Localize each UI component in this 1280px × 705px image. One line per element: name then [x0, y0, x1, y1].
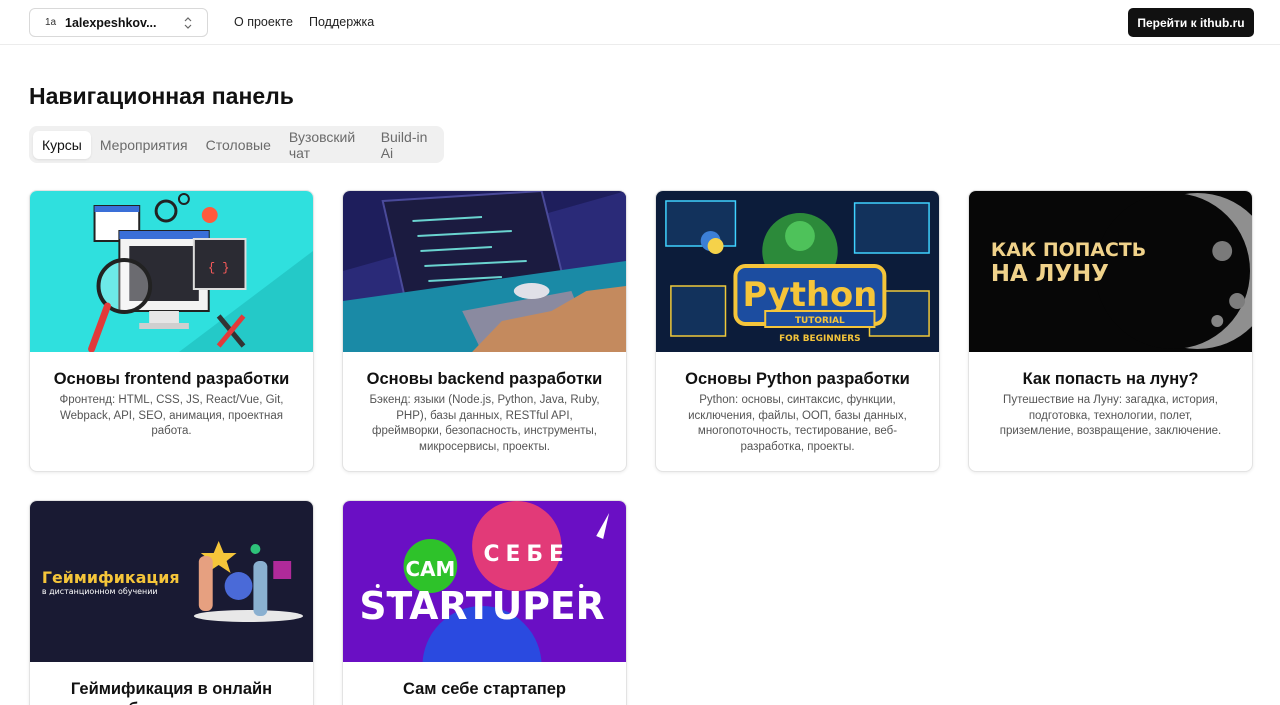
tab-build-in-ai[interactable]: Build-in Ai — [372, 123, 440, 167]
course-description: Путешествие на Луну: загадка, история, п… — [999, 394, 1222, 438]
course-image-startuper: САМ СЕБЕ STARTUPER — [343, 501, 626, 662]
tab-events[interactable]: Мероприятия — [91, 131, 197, 159]
go-to-ithub-button[interactable]: Перейти к ithub.ru — [1128, 8, 1254, 37]
course-title: Основы backend разработки — [366, 370, 603, 388]
course-description: Бэкенд: языки (Node.js, Python, Java, Ru… — [369, 394, 600, 454]
course-card-moon[interactable]: КАК ПОПАСТЬ НА ЛУНУ Как попасть на луну?… — [968, 190, 1253, 472]
course-card-backend[interactable]: Основы backend разработки Бэкенд: языки … — [342, 190, 627, 472]
top-bar: 1a 1alexpeshkov... О проекте Поддержка П… — [0, 0, 1280, 45]
moon-image-line-2: НА ЛУНУ — [991, 261, 1109, 287]
course-card-startuper[interactable]: САМ СЕБЕ STARTUPER Сам себе стартапер — [342, 500, 627, 705]
course-description: Python: основы, синтаксис, функции, искл… — [688, 394, 907, 454]
course-description: Фронтенд: HTML, CSS, JS, React/Vue, Git,… — [59, 394, 284, 438]
account-initials: 1a — [45, 17, 57, 28]
chevron-up-down-icon — [184, 17, 192, 29]
python-image-title: Python — [743, 275, 878, 314]
startuper-image-word-2: СЕБЕ — [484, 542, 570, 567]
course-image-python: Python TUTORIAL FOR BEGINNERS — [656, 191, 939, 352]
page-title: Навигационная панель — [29, 83, 294, 109]
moon-image-line-1: КАК ПОПАСТЬ — [991, 239, 1146, 261]
account-name: 1alexpeshkov... — [65, 15, 157, 30]
course-card-gamification[interactable]: Геймификация в дистанционном обучении Ге… — [29, 500, 314, 705]
nav-link-support[interactable]: Поддержка — [309, 15, 374, 29]
nav-link-about[interactable]: О проекте — [234, 15, 293, 29]
course-title: Сам себе стартапер — [403, 680, 566, 698]
course-title: Основы frontend разработки — [53, 370, 290, 388]
tab-canteens[interactable]: Столовые — [197, 131, 280, 159]
course-card-frontend[interactable]: { } Основы frontend разработки Фронтенд:… — [29, 190, 314, 472]
course-image-frontend: { } — [30, 191, 313, 352]
gamification-image-title: Геймификация — [42, 568, 180, 587]
tab-bar: Курсы Мероприятия Столовые Вузовский чат… — [29, 126, 444, 163]
python-image-subtitle-2: FOR BEGINNERS — [779, 334, 861, 344]
account-switcher[interactable]: 1a 1alexpeshkov... — [29, 8, 208, 37]
course-image-gamification: Геймификация в дистанционном обучении — [30, 501, 313, 662]
gamification-image-subtitle: в дистанционном обучении — [42, 587, 158, 596]
tab-courses[interactable]: Курсы — [33, 130, 91, 159]
startuper-image-word-1: САМ — [406, 558, 456, 581]
course-title: Основы Python разработки — [685, 370, 910, 388]
python-image-subtitle: TUTORIAL — [795, 316, 845, 326]
course-card-python[interactable]: Python TUTORIAL FOR BEGINNERS Основы Pyt… — [655, 190, 940, 472]
course-image-moon: КАК ПОПАСТЬ НА ЛУНУ — [969, 191, 1252, 352]
svg-text:{ }: { } — [208, 261, 229, 275]
course-title: Как попасть на луну? — [1022, 370, 1199, 388]
course-image-backend — [343, 191, 626, 352]
course-title: Геймификация в онлайн образовании — [70, 680, 273, 705]
startuper-image-word-3: STARTUPER — [359, 584, 604, 628]
tab-university-chat[interactable]: Вузовский чат — [280, 123, 372, 167]
